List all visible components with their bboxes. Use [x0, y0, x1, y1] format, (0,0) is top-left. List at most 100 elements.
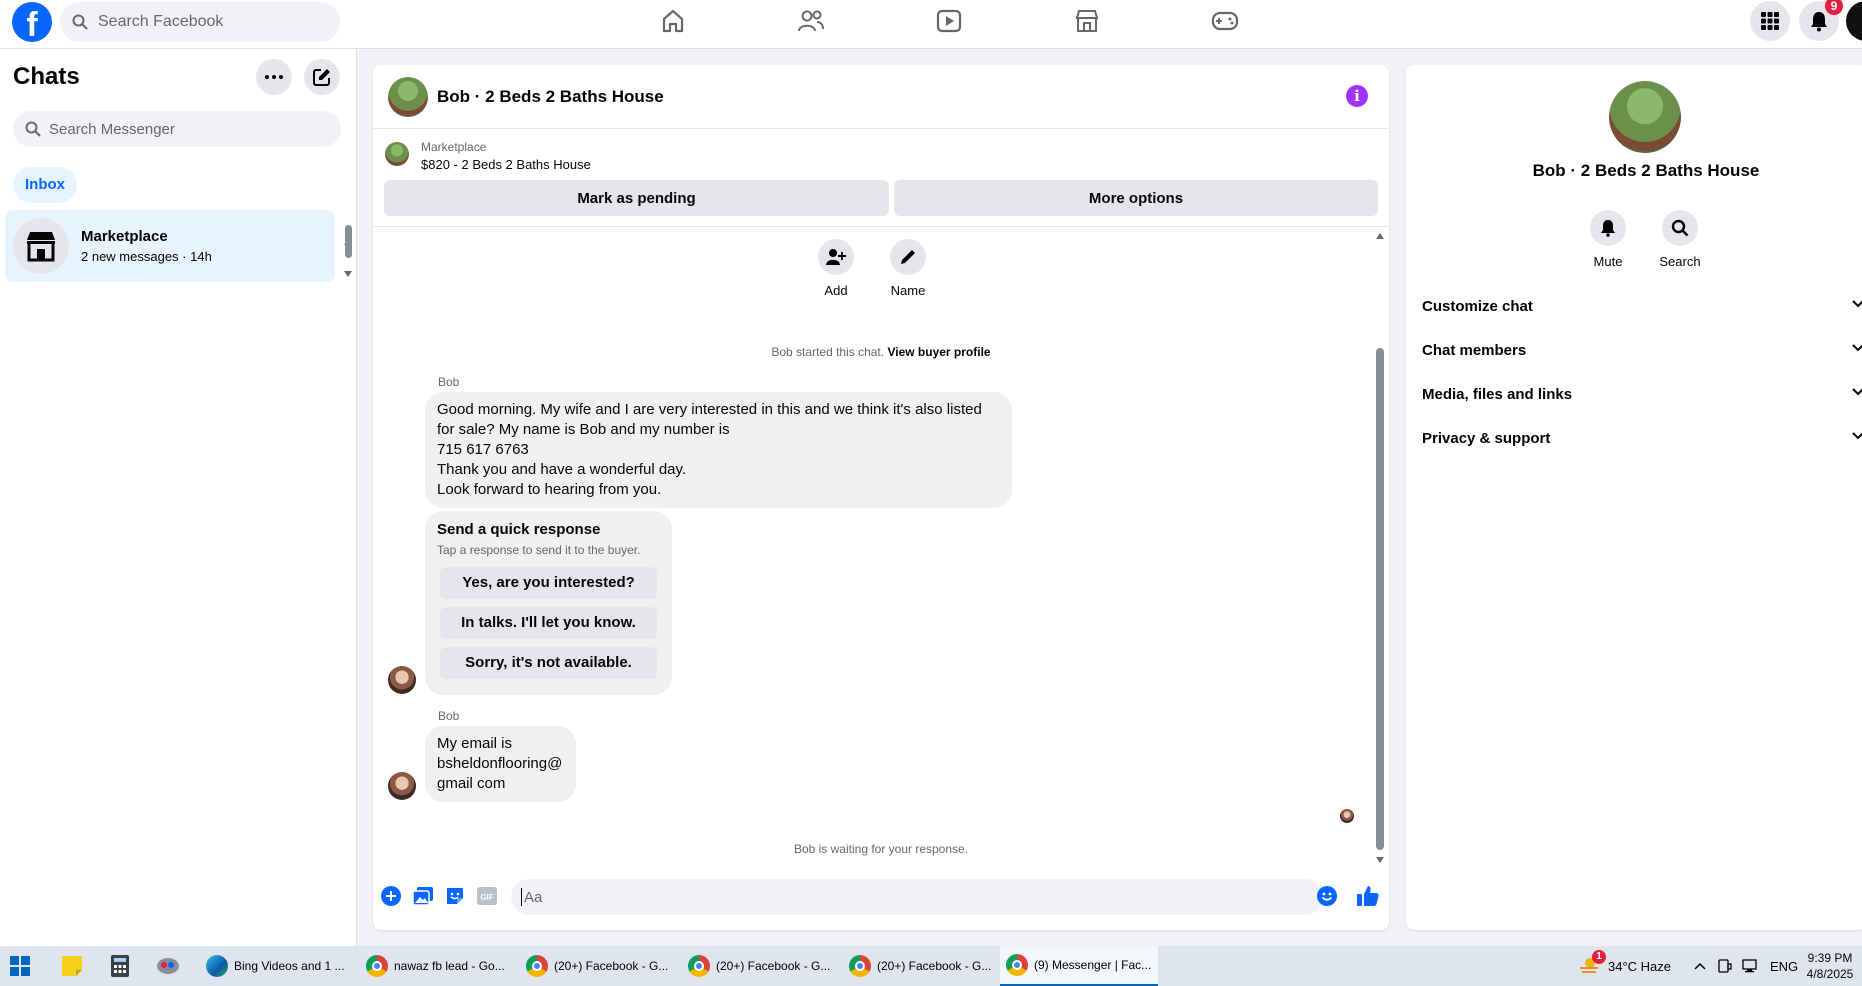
conversation-panel: Bob · 2 Beds 2 Baths House i Marketplace…: [373, 65, 1389, 930]
top-navigation-bar: f Search Facebook 9: [0, 0, 1862, 49]
mute-action[interactable]: Mute: [1578, 210, 1638, 269]
weather-badge: 1: [1592, 949, 1606, 964]
message-composer: GIF Aa: [373, 869, 1389, 927]
mute-label: Mute: [1593, 254, 1623, 269]
calculator-icon[interactable]: [106, 952, 134, 980]
home-icon[interactable]: [658, 8, 688, 34]
taskbar-app-facebook-3[interactable]: (20+) Facebook - G...: [843, 946, 993, 986]
message-sender: Bob: [438, 375, 460, 389]
name-chat-action[interactable]: Name: [873, 239, 943, 298]
scroll-up-arrow-icon[interactable]: [1376, 233, 1384, 239]
language-indicator[interactable]: ENG: [1770, 946, 1798, 986]
message-bubble: My email is bsheldonflooring@ gmail com: [425, 726, 576, 802]
text-caret: [521, 888, 522, 906]
device-icon[interactable]: [1718, 946, 1732, 986]
chats-title: Chats: [13, 63, 80, 90]
search-label: Search: [1659, 254, 1701, 269]
compose-icon: [313, 69, 330, 86]
svg-text:GIF: GIF: [480, 893, 493, 902]
customize-chat-section[interactable]: Customize chat: [1422, 298, 1862, 315]
chat-options-button[interactable]: [256, 59, 292, 95]
show-hidden-icons-icon[interactable]: [1694, 946, 1706, 986]
add-label: Add: [824, 283, 848, 298]
read-receipt-avatar: [1340, 809, 1354, 823]
pencil-icon: [901, 250, 915, 264]
search-in-chat-action[interactable]: Search: [1650, 210, 1710, 269]
weather-text: 34°C Haze: [1608, 958, 1672, 974]
quick-response-title: Send a quick response: [437, 521, 601, 538]
sender-avatar[interactable]: [388, 772, 416, 800]
account-avatar[interactable]: [1846, 1, 1862, 41]
windows-taskbar: Bing Videos and 1 ... nawaz fb lead - Go…: [0, 946, 1862, 986]
taskbar-app-nawaz-fb-lead[interactable]: nawaz fb lead - Go...: [360, 946, 510, 986]
message-bubble: Good morning. My wife and I are very int…: [425, 392, 1012, 508]
video-icon[interactable]: [934, 8, 964, 34]
taskbar-app-facebook-1[interactable]: (20+) Facebook - G...: [520, 946, 670, 986]
chrome-icon: [366, 955, 388, 977]
chat-list-item-marketplace[interactable]: Marketplace 2 new messages · 14h: [5, 210, 335, 282]
message-input[interactable]: Aa: [511, 879, 1323, 915]
listing-divider: [373, 226, 1389, 227]
photo-icon[interactable]: [412, 885, 434, 907]
weather-widget[interactable]: 1 34°C Haze: [1578, 946, 1671, 986]
sticker-icon[interactable]: [444, 885, 466, 907]
chrome-icon: [849, 955, 871, 977]
name-label: Name: [890, 283, 926, 298]
quick-response-card: Send a quick response Tap a response to …: [425, 511, 672, 695]
emoji-icon[interactable]: [1316, 885, 1338, 907]
facebook-logo[interactable]: f: [12, 2, 52, 42]
system-clock[interactable]: 9:39 PM 4/8/2025: [1800, 950, 1860, 982]
sticky-notes-icon[interactable]: [58, 952, 86, 980]
taskbar-app-facebook-2[interactable]: (20+) Facebook - G...: [682, 946, 832, 986]
marketplace-listing-bar: Marketplace $820 - 2 Beds 2 Baths House …: [373, 65, 1389, 227]
view-buyer-profile-link[interactable]: View buyer profile: [887, 345, 990, 359]
messenger-search-input[interactable]: Search Messenger: [13, 111, 341, 147]
thumbs-up-icon[interactable]: [1357, 885, 1379, 907]
profile-avatar[interactable]: [1609, 81, 1681, 153]
quick-response-subtitle: Tap a response to send it to the buyer.: [437, 543, 641, 557]
notifications-button[interactable]: 9: [1799, 0, 1843, 41]
mark-as-pending-button[interactable]: Mark as pending: [384, 180, 889, 216]
new-message-button[interactable]: [304, 59, 340, 95]
inbox-filter-tab[interactable]: Inbox: [13, 167, 77, 203]
more-options-button[interactable]: More options: [894, 180, 1378, 216]
search-icon: [25, 121, 41, 137]
privacy-support-section[interactable]: Privacy & support: [1422, 430, 1862, 447]
quick-response-option[interactable]: Yes, are you interested?: [440, 567, 657, 599]
sidebar-scrollbar[interactable]: [345, 225, 352, 258]
chevron-down-icon: [1852, 344, 1862, 352]
listing-title[interactable]: $820 - 2 Beds 2 Baths House: [421, 157, 591, 172]
message-sender: Bob: [438, 709, 460, 723]
scroll-down-arrow-icon[interactable]: [1376, 857, 1384, 863]
plus-circle-icon[interactable]: [380, 885, 402, 907]
sender-avatar[interactable]: [388, 666, 416, 694]
chat-preview: 2 new messages · 14h: [81, 249, 212, 264]
taskbar-app-bing-videos[interactable]: Bing Videos and 1 ...: [200, 946, 348, 986]
chat-members-section[interactable]: Chat members: [1422, 342, 1862, 359]
network-icon[interactable]: [1742, 946, 1760, 986]
add-people-action[interactable]: Add: [801, 239, 871, 298]
scroll-down-arrow-icon[interactable]: [344, 271, 352, 277]
marketplace-store-icon: [13, 218, 69, 274]
more-icon: [265, 75, 283, 79]
menu-grid-button[interactable]: [1750, 1, 1790, 41]
snipping-tool-icon[interactable]: [154, 952, 182, 980]
waiting-note: Bob is waiting for your response.: [793, 842, 969, 856]
listing-source-label: Marketplace: [421, 140, 487, 154]
conversation-scrollbar[interactable]: [1376, 348, 1384, 850]
chats-sidebar: Chats Search Messenger Inbox Marketplace…: [0, 49, 357, 946]
search-icon: [1671, 219, 1689, 237]
marketplace-icon[interactable]: [1072, 8, 1102, 34]
listing-thumbnail[interactable]: [385, 142, 409, 166]
gaming-icon[interactable]: [1210, 8, 1240, 34]
taskbar-app-messenger[interactable]: (9) Messenger | Fac...: [1000, 946, 1158, 986]
gif-icon[interactable]: GIF: [476, 885, 498, 907]
quick-response-option[interactable]: In talks. I'll let you know.: [440, 607, 657, 639]
friends-icon[interactable]: [796, 8, 826, 34]
windows-start-icon[interactable]: [6, 952, 34, 980]
media-files-links-section[interactable]: Media, files and links: [1422, 386, 1862, 403]
messenger-search-placeholder: Search Messenger: [49, 120, 175, 138]
chat-name: Marketplace: [81, 228, 168, 245]
quick-response-option[interactable]: Sorry, it's not available.: [440, 647, 657, 679]
facebook-search-input[interactable]: Search Facebook: [60, 2, 340, 42]
